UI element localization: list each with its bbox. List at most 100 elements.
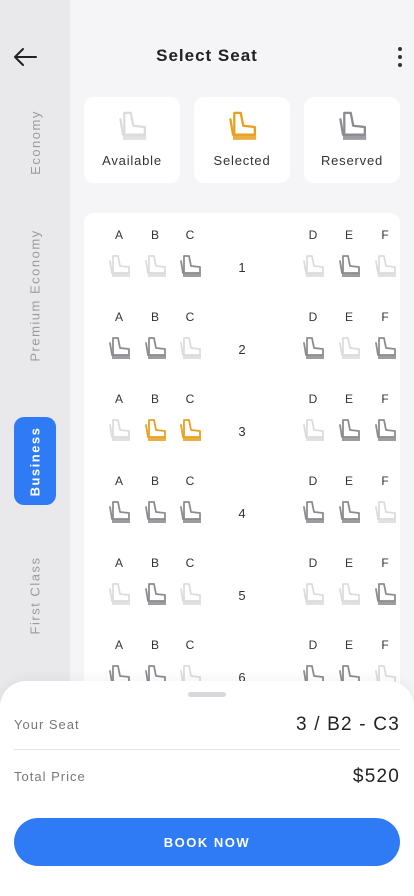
column-letter: B [150,310,159,324]
seat-reserved-icon [334,109,370,145]
column-letter: E [344,310,353,324]
more-options-button[interactable] [388,42,412,72]
column-letter: F [381,310,389,324]
sidebar-item-premium-economy[interactable]: Premium Economy [14,210,56,380]
booking-sheet: Your Seat 3 / B2 - C3 Total Price $520 B… [0,681,414,896]
column-letter: A [114,228,123,242]
column-letter: C [185,638,195,652]
total-price-label: Total Price [14,769,86,784]
column-letter: D [308,638,318,652]
seat-1f[interactable] [371,253,399,281]
seat-1b[interactable] [141,253,169,281]
seat-4b[interactable] [141,499,169,527]
arrow-left-icon [14,48,37,66]
column-letter: E [344,228,353,242]
sidebar-item-economy[interactable]: Economy [14,100,56,185]
seat-5d[interactable] [299,581,327,609]
seat-1d[interactable] [299,253,327,281]
column-letter: F [381,392,389,406]
seat-map: A B C D E F 1 A B C D E F 2 A B C D E F 3 A B C D E F 4 A B C D E F 5 A B C D E… [84,213,400,693]
seat-5b[interactable] [141,581,169,609]
column-letter: C [185,474,195,488]
page-title: Select Seat [156,46,258,65]
column-letter: C [185,392,195,406]
seat-5a[interactable] [105,581,133,609]
column-letter: D [308,310,318,324]
column-letter: A [114,638,123,652]
seat-4f[interactable] [371,499,399,527]
seat-1e[interactable] [335,253,363,281]
seat-4a[interactable] [105,499,133,527]
seat-available-icon [114,109,150,145]
seat-2f[interactable] [371,335,399,363]
legend-label: Available [102,153,162,168]
sidebar-item-first-class[interactable]: First Class [14,540,56,650]
column-letter: D [308,474,318,488]
sidebar-item-business[interactable]: Business [14,417,56,505]
column-letter: E [344,556,353,570]
sidebar-item-label: Premium Economy [27,228,43,362]
column-letter: F [381,556,389,570]
column-letter: B [150,474,159,488]
seat-2e[interactable] [335,335,363,363]
seat-4d[interactable] [299,499,327,527]
seat-2c[interactable] [176,335,204,363]
seat-3b[interactable] [141,417,169,445]
divider [14,749,400,750]
more-vertical-icon [398,47,402,51]
seat-2b[interactable] [141,335,169,363]
row-number: 4 [238,506,246,521]
column-letter: B [150,638,159,652]
seat-3d[interactable] [299,417,327,445]
seat-3f[interactable] [371,417,399,445]
sidebar-item-label: Business [27,426,43,496]
row-number: 1 [238,260,246,275]
total-price-value: $520 [352,766,400,787]
column-letter: B [150,556,159,570]
seat-4c[interactable] [176,499,204,527]
seat-3e[interactable] [335,417,363,445]
row-number: 3 [238,424,246,439]
seat-2a[interactable] [105,335,133,363]
book-now-button[interactable]: BOOK NOW [14,818,400,866]
column-letter: A [114,556,123,570]
column-letter: A [114,310,123,324]
seat-3c[interactable] [176,417,204,445]
column-letter: A [114,474,123,488]
seat-2d[interactable] [299,335,327,363]
legend-selected: Selected [194,97,290,183]
seat-5f[interactable] [371,581,399,609]
seat-selected-icon [224,109,260,145]
column-letter: D [308,392,318,406]
column-letter: B [150,228,159,242]
seat-1c[interactable] [176,253,204,281]
sidebar-item-label: First Class [27,556,43,634]
column-letter: C [185,310,195,324]
column-letter: C [185,228,195,242]
seat-5c[interactable] [176,581,204,609]
column-letter: D [308,228,318,242]
seat-1a[interactable] [105,253,133,281]
your-seat-label: Your Seat [14,717,80,732]
sheet-handle[interactable] [188,692,226,697]
seat-5e[interactable] [335,581,363,609]
legend-reserved: Reserved [304,97,400,183]
column-letter: F [381,228,389,242]
seat-4e[interactable] [335,499,363,527]
legend-label: Reserved [320,153,384,168]
column-letter: A [114,392,123,406]
column-letter: E [344,638,353,652]
seat-3a[interactable] [105,417,133,445]
back-button[interactable] [8,40,42,74]
sidebar-item-label: Economy [27,110,43,175]
column-letter: C [185,556,195,570]
legend-available: Available [84,97,180,183]
your-seat-value: 3 / B2 - C3 [295,714,400,735]
row-number: 5 [238,588,246,603]
column-letter: B [150,392,159,406]
column-letter: F [381,474,389,488]
legend-label: Selected [213,153,271,168]
column-letter: D [308,556,318,570]
column-letter: E [344,392,353,406]
column-letter: F [381,638,389,652]
